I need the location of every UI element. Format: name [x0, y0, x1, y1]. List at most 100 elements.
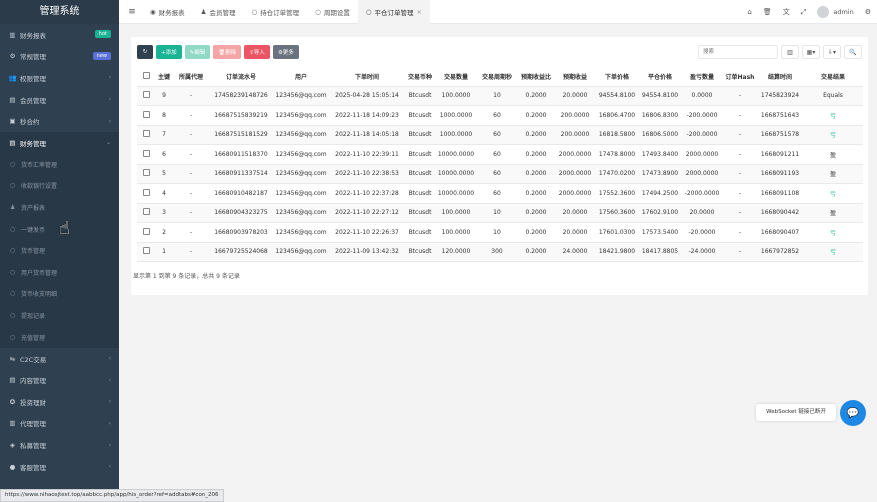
fullscreen-icon[interactable]: ⤢ — [801, 8, 807, 17]
home-icon[interactable]: ⌂ — [747, 8, 751, 16]
translate-icon[interactable]: 文 — [783, 7, 790, 17]
table-cell: 100.0000 — [435, 203, 477, 223]
row-checkbox[interactable] — [142, 149, 150, 157]
row-checkbox[interactable] — [142, 208, 150, 216]
tab-1[interactable]: ♟ 会员管理 — [193, 0, 244, 24]
table-cell: 0.2000 — [517, 222, 555, 243]
table-cell: 0.0000 — [681, 86, 723, 106]
table-cell: 0.2000 — [517, 86, 555, 106]
sidebar-subitem-4[interactable]: ○ 货币管理 — [0, 239, 119, 262]
refresh-button[interactable]: ↻ — [137, 45, 153, 59]
grid-view-button[interactable]: ▦▾ — [802, 45, 820, 59]
row-checkbox-cell[interactable] — [137, 183, 155, 204]
sidebar-subitem-2[interactable]: ♟ 资产报表 — [0, 196, 119, 219]
sidebar-item-0[interactable]: ▥ 财务报表 hot — [0, 24, 119, 46]
sidebar-subitem-6[interactable]: ○ 货币收支明细 — [0, 283, 119, 305]
table-row[interactable]: 6-16680911518370 123456@qq.com 2022-11-10 … — [137, 144, 863, 165]
row-checkbox-cell[interactable] — [137, 86, 155, 106]
tab-0[interactable]: ◉ 财务报表 — [142, 0, 193, 24]
user-menu[interactable]: admin — [817, 6, 854, 18]
row-checkbox-cell[interactable] — [137, 242, 155, 262]
row-checkbox-cell[interactable] — [137, 125, 155, 145]
table-row[interactable]: 8-16687515839219 123456@qq.com 2022-11-18 … — [137, 105, 863, 126]
table-cell: 2022-11-10 22:37:28 — [329, 183, 405, 204]
more-button[interactable]: ⚙更多 — [272, 45, 299, 59]
table-cell: -200.0000 — [681, 125, 723, 145]
table-cell: 1668091211 — [757, 144, 803, 165]
sidebar-item-1[interactable]: ⚙ 常规管理 new — [0, 46, 119, 68]
row-checkbox-cell[interactable] — [137, 164, 155, 184]
edit-button[interactable]: ✎编辑 — [184, 45, 211, 59]
sidebar-subitem-8[interactable]: ○ 充值管理 — [0, 326, 119, 348]
sidebar-item-icon: ● — [9, 462, 16, 471]
table-cell: 10 — [477, 86, 517, 106]
table-cell: 300 — [477, 242, 517, 262]
row-checkbox-cell[interactable] — [137, 144, 155, 165]
export-button[interactable]: ⇩▾ — [823, 45, 841, 59]
tab-2[interactable]: ○ 持仓订单管理 — [244, 0, 308, 24]
table-cell: 2022-11-10 22:38:53 — [329, 164, 405, 184]
sidebar-subitem-0[interactable]: ○ 货币汇率管理 — [0, 153, 119, 176]
close-icon[interactable]: × — [417, 8, 422, 16]
table-cell: 2000.0000 — [555, 183, 595, 204]
sidebar-bottom-item-5[interactable]: ● 客服管理 ‹ — [0, 456, 119, 478]
delete-button[interactable]: 🗑删除 — [213, 45, 242, 59]
table-row[interactable]: 5-16680911337514 123456@qq.com 2022-11-10 … — [137, 164, 863, 184]
sidebar-bottom-item-4[interactable]: ◈ 私募管理 ‹ — [0, 434, 119, 456]
row-checkbox[interactable] — [142, 227, 150, 235]
sidebar-item-label: 代理管理 — [20, 420, 46, 429]
table-row[interactable]: 7-16687515181529 123456@qq.com 2022-11-18 … — [137, 125, 863, 145]
chevron-icon: ‹ — [108, 96, 111, 104]
sidebar-bottom-item-1[interactable]: ▤ 内容管理 ‹ — [0, 370, 119, 392]
row-checkbox[interactable] — [142, 91, 150, 99]
table-row[interactable]: 4-16680910482187 123456@qq.com 2022-11-10 … — [137, 183, 863, 204]
sidebar-bottom-item-0[interactable]: ⇆ C2C交易 ‹ — [0, 348, 119, 370]
row-checkbox[interactable] — [142, 110, 150, 118]
table-cell: Btcusdt — [405, 164, 435, 184]
sidebar-item-5[interactable]: ▤ 财务管理 ⌄ — [0, 131, 119, 154]
search-button[interactable]: 🔍 — [844, 45, 862, 59]
tab-4[interactable]: ○ 平仓订单管理 × — [357, 0, 430, 24]
row-checkbox[interactable] — [142, 130, 150, 138]
search-input[interactable] — [698, 45, 778, 59]
table-cell: Btcusdt — [405, 183, 435, 204]
sidebar-bottom-item-3[interactable]: ▥ 代理管理 ‹ — [0, 413, 119, 435]
table-cell: 0.2000 — [517, 164, 555, 184]
import-button[interactable]: ⇪导入 — [244, 45, 270, 59]
menu-toggle-icon[interactable]: ≡ — [122, 7, 142, 17]
chevron-icon: ‹ — [108, 441, 111, 449]
sidebar-subitem-5[interactable]: ○ 用户货币管理 — [0, 261, 119, 284]
trash-icon[interactable]: 🗑 — [763, 8, 772, 16]
row-checkbox-cell[interactable] — [137, 105, 155, 126]
row-checkbox-cell[interactable] — [137, 203, 155, 223]
tab-3[interactable]: ○ 周期设置 — [307, 0, 358, 24]
column-header: 交易周期秒 — [477, 67, 517, 87]
sidebar-item-3[interactable]: ▤ 会员管理 ‹ — [0, 89, 119, 111]
table-row[interactable]: 3-16680904323275 123456@qq.com 2022-11-10 … — [137, 203, 863, 223]
chevron-icon: ‹ — [108, 117, 111, 125]
sidebar-item-2[interactable]: 👥 权限管理 ‹ — [0, 67, 119, 89]
row-checkbox[interactable] — [142, 169, 150, 177]
row-checkbox[interactable] — [142, 247, 150, 255]
columns-toggle-button[interactable]: ▥ — [781, 45, 799, 59]
row-checkbox[interactable] — [142, 188, 150, 196]
table-row[interactable]: 9-17458239148726 123456@qq.com 2025-04-28 … — [137, 86, 863, 106]
table-row[interactable]: 1-16679725524068 123456@qq.com 2022-11-09 … — [137, 242, 863, 262]
sidebar-item-4[interactable]: ▣ 秒合约 ‹ — [0, 110, 119, 132]
settings-gear-icon[interactable]: ⚙ — [865, 8, 871, 16]
sidebar-subitem-7[interactable]: ○ 提现记录 — [0, 304, 119, 327]
sidebar-bottom-item-2[interactable]: ✪ 投资理财 ‹ — [0, 391, 119, 413]
table-cell: 123456@qq.com — [273, 203, 329, 223]
sidebar-subitem-1[interactable]: ○ 收款银行设置 — [0, 175, 119, 197]
table-cell: - — [173, 183, 209, 204]
chat-bubble-icon[interactable]: 💬 — [840, 400, 866, 426]
select-all-checkbox[interactable] — [142, 71, 150, 79]
row-checkbox-cell[interactable] — [137, 222, 155, 243]
table-cell: 0.2000 — [517, 144, 555, 165]
sidebar-subitem-label: 用户货币管理 — [21, 269, 58, 277]
add-button[interactable]: +添加 — [156, 45, 182, 59]
sidebar-subitem-label: 一键发币 — [21, 226, 46, 234]
column-header[interactable] — [137, 67, 155, 87]
table-cell: 10 — [477, 222, 517, 243]
table-row[interactable]: 2-16680903978203 123456@qq.com 2022-11-10 … — [137, 222, 863, 243]
